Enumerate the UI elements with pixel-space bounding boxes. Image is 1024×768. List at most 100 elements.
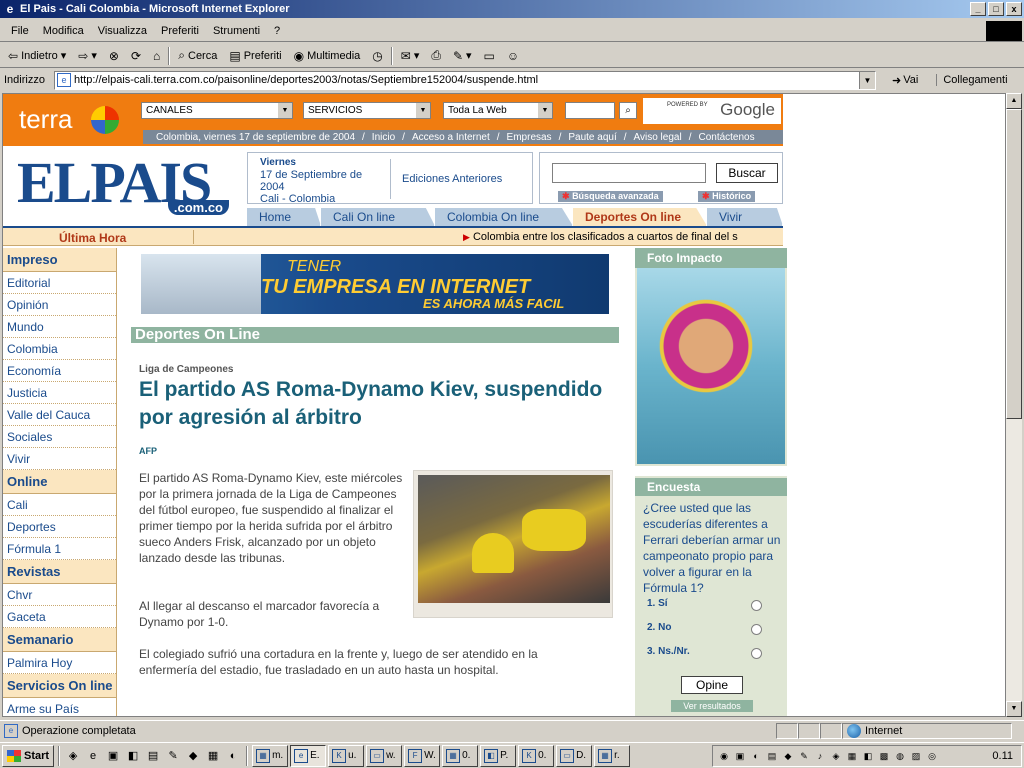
- quicklaunch-icon[interactable]: ▣: [104, 747, 122, 765]
- scroll-thumb[interactable]: [1006, 109, 1022, 419]
- messenger-button[interactable]: ☺: [503, 49, 523, 63]
- tray-icon[interactable]: ◎: [925, 749, 939, 763]
- tray-icon[interactable]: ◉: [717, 749, 731, 763]
- left-menu-item[interactable]: Cali: [3, 494, 116, 516]
- left-menu-item[interactable]: Mundo: [3, 316, 116, 338]
- left-menu-item[interactable]: Gaceta: [3, 606, 116, 628]
- go-button[interactable]: ➜ Vai: [892, 74, 918, 87]
- link-empresas[interactable]: Empresas: [504, 132, 555, 143]
- tray-icon[interactable]: ◧: [861, 749, 875, 763]
- terra-logo[interactable]: terra: [19, 104, 72, 135]
- discuss-button[interactable]: ▭: [480, 49, 499, 63]
- taskbar-task[interactable]: K 0.: [518, 744, 555, 767]
- forward-button[interactable]: ⇨ ▾: [74, 49, 101, 63]
- quicklaunch-ie-icon[interactable]: e: [84, 747, 102, 765]
- minimize-button[interactable]: _: [970, 2, 986, 16]
- taskbar-task[interactable]: ▭ w.: [366, 744, 403, 767]
- left-menu-item[interactable]: Deportes: [3, 516, 116, 538]
- menu-tools[interactable]: Strumenti: [206, 25, 267, 37]
- menu-edit[interactable]: Modifica: [36, 25, 91, 37]
- left-menu-item[interactable]: Fórmula 1: [3, 538, 116, 560]
- menu-file[interactable]: File: [4, 25, 36, 37]
- link-aviso[interactable]: Aviso legal: [631, 132, 685, 143]
- taskbar-task[interactable]: ◧ P.: [480, 744, 517, 767]
- photo-impact-image[interactable]: [637, 268, 785, 464]
- quicklaunch-icon[interactable]: ✎: [164, 747, 182, 765]
- quicklaunch-icon[interactable]: ▦: [204, 747, 222, 765]
- tray-icon[interactable]: ▩: [877, 749, 891, 763]
- terra-search-input[interactable]: [565, 102, 615, 119]
- quicklaunch-icon[interactable]: ◐: [224, 747, 242, 765]
- taskbar-task[interactable]: ▦ r.: [594, 744, 631, 767]
- left-menu-item[interactable]: Colombia: [3, 338, 116, 360]
- scroll-up-icon[interactable]: ▲: [1006, 93, 1022, 109]
- left-menu-item[interactable]: Vivir: [3, 448, 116, 470]
- edit-button[interactable]: ✎ ▾: [449, 49, 476, 63]
- left-menu-heading[interactable]: Online: [3, 470, 116, 494]
- quicklaunch-icon[interactable]: ▤: [144, 747, 162, 765]
- tray-icon[interactable]: ▨: [909, 749, 923, 763]
- left-menu-item[interactable]: Opinión: [3, 294, 116, 316]
- start-button[interactable]: Start: [2, 744, 55, 767]
- maximize-button[interactable]: □: [988, 2, 1004, 16]
- menu-favorites[interactable]: Preferiti: [154, 25, 206, 37]
- quicklaunch-icon[interactable]: ◆: [184, 747, 202, 765]
- link-acceso[interactable]: Acceso a Internet: [409, 132, 493, 143]
- left-menu-heading[interactable]: Impreso: [3, 248, 116, 272]
- tab-cali[interactable]: Cali On line: [321, 208, 435, 226]
- taskbar-task-active[interactable]: e E.: [290, 744, 327, 767]
- media-button[interactable]: ◉ Multimedia: [290, 49, 365, 63]
- tab-deportes[interactable]: Deportes On line: [573, 208, 707, 226]
- left-menu-heading[interactable]: Revistas: [3, 560, 116, 584]
- tray-icon[interactable]: ✎: [797, 749, 811, 763]
- poll-radio-no[interactable]: [751, 624, 762, 635]
- taskbar-task[interactable]: F W.: [404, 744, 441, 767]
- history-link[interactable]: ✱ Histórico: [698, 191, 756, 202]
- elpais-logo[interactable]: ELPAIS .com.co: [17, 154, 231, 218]
- refresh-button[interactable]: ⟳: [127, 49, 145, 63]
- left-menu-item[interactable]: Editorial: [3, 272, 116, 294]
- left-menu-item[interactable]: Justicia: [3, 382, 116, 404]
- taskbar-task[interactable]: ▦ 0.: [442, 744, 479, 767]
- print-button[interactable]: ⎙: [427, 48, 445, 63]
- taskbar-task[interactable]: ▭ D.: [556, 744, 593, 767]
- breaking-news-ticker[interactable]: ▶ Colombia entre los clasificados a cuar…: [463, 231, 781, 243]
- close-button[interactable]: x: [1006, 2, 1022, 16]
- tray-icon[interactable]: ▣: [733, 749, 747, 763]
- scroll-down-icon[interactable]: ▼: [1006, 701, 1022, 717]
- links-button[interactable]: Collegamenti: [936, 74, 1008, 86]
- stop-button[interactable]: ⊗: [105, 49, 123, 63]
- left-menu-heading[interactable]: Servicios On line: [3, 674, 116, 698]
- link-paute[interactable]: Paute aquí: [565, 132, 619, 143]
- favorites-button[interactable]: ▤ Preferiti: [225, 49, 285, 63]
- left-menu-item[interactable]: Valle del Cauca: [3, 404, 116, 426]
- tab-home[interactable]: Home: [247, 208, 321, 226]
- previous-editions-link[interactable]: Ediciones Anteriores: [402, 173, 502, 185]
- address-dropdown-icon[interactable]: ▼: [859, 71, 875, 89]
- tray-icon[interactable]: ◍: [893, 749, 907, 763]
- link-inicio[interactable]: Inicio: [369, 132, 398, 143]
- left-menu-item[interactable]: Economía: [3, 360, 116, 382]
- tray-icon[interactable]: ◆: [781, 749, 795, 763]
- home-button[interactable]: ⌂: [149, 49, 164, 63]
- left-menu-item[interactable]: Sociales: [3, 426, 116, 448]
- quicklaunch-icon[interactable]: ◈: [64, 747, 82, 765]
- tray-icon[interactable]: ◈: [829, 749, 843, 763]
- taskbar-task[interactable]: ▦ m.: [252, 744, 289, 767]
- channels-select[interactable]: CANALES ▼: [141, 102, 293, 119]
- left-menu-item[interactable]: Palmira Hoy: [3, 652, 116, 674]
- tray-icon[interactable]: ▦: [845, 749, 859, 763]
- tab-vivir[interactable]: Vivir: [707, 208, 783, 226]
- search-submit-button[interactable]: Buscar: [716, 163, 778, 183]
- left-menu-item[interactable]: Chvr: [3, 584, 116, 606]
- left-menu-item[interactable]: Arme su País: [3, 698, 116, 716]
- services-select[interactable]: SERVICIOS ▼: [303, 102, 431, 119]
- advertising-banner[interactable]: TENER TU EMPRESA EN INTERNET ES AHORA MÁ…: [141, 254, 609, 314]
- terra-search-button[interactable]: ⌕: [619, 102, 637, 119]
- taskbar-task[interactable]: Ku.: [328, 744, 365, 767]
- tray-icon[interactable]: ▤: [765, 749, 779, 763]
- tab-colombia[interactable]: Colombia On line: [435, 208, 573, 226]
- search-scope-select[interactable]: Toda La Web ▼: [443, 102, 553, 119]
- view-results-link[interactable]: Ver resultados: [671, 700, 753, 712]
- link-contactenos[interactable]: Contáctenos: [695, 132, 757, 143]
